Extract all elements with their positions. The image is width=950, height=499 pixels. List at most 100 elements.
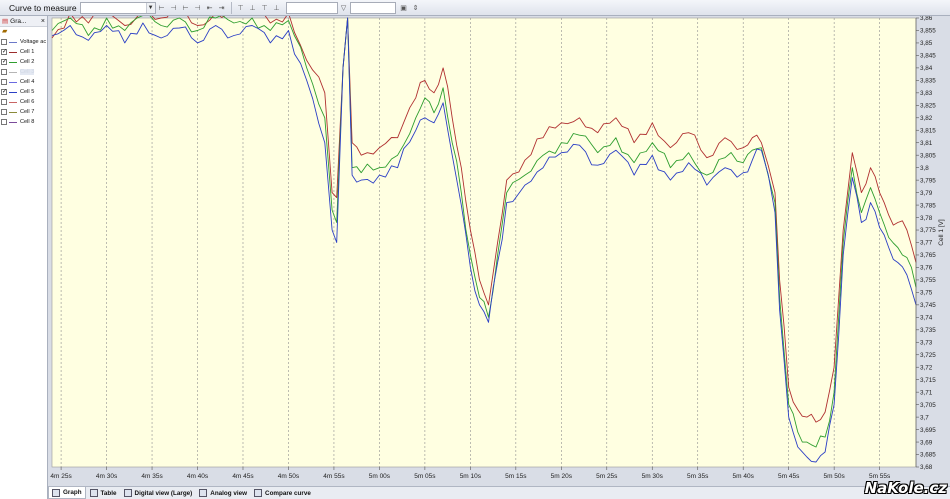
channel-label: Cell 5 (20, 89, 35, 95)
channel-checkbox[interactable]: ✓ (1, 49, 7, 55)
channel-checkbox[interactable] (1, 119, 7, 125)
measure-tool-4-icon[interactable]: ⊣ (193, 2, 203, 13)
channel-checkbox[interactable] (1, 69, 7, 75)
channel-item[interactable]: Cell 4 (0, 77, 47, 87)
y-tick-label: 3,785 (920, 202, 936, 209)
tab-digital-view-large[interactable]: Digital view (Large) (121, 487, 196, 499)
x-tick-label: 4m 25s (50, 473, 72, 480)
y-tick-label: 3,735 (920, 327, 936, 334)
x-tick-label: 4m 45s (232, 473, 254, 480)
channel-item[interactable]: Cell 7 (0, 107, 47, 117)
y-tick-label: 3,83 (920, 90, 933, 97)
y-tick-label: 3,79 (920, 190, 933, 197)
close-icon[interactable]: × (41, 18, 45, 25)
y-tick-label: 3,825 (920, 103, 936, 110)
channel-item[interactable]: Cell 6 (0, 97, 47, 107)
channel-checkbox[interactable]: ✓ (1, 59, 7, 65)
y-tick-label: 3,705 (920, 402, 936, 409)
y-tick-label: 3,745 (920, 302, 936, 309)
x-tick-label: 5m 00s (369, 473, 391, 480)
plot-area (51, 17, 917, 468)
channel-color-swatch (9, 41, 17, 43)
y-tick-label: 3,73 (920, 339, 933, 346)
measure-tool-6-icon[interactable]: ⇥ (217, 2, 227, 13)
y-tick-label: 3,765 (920, 252, 936, 259)
channel-item[interactable]: ✓ Cell 1 (0, 47, 47, 57)
channel-checkbox[interactable] (1, 109, 7, 115)
x-tick-label: 5m 10s (460, 473, 482, 480)
folder-icon[interactable]: ▰ (0, 27, 47, 37)
channel-color-swatch (9, 111, 17, 113)
curve-to-measure-label: Curve to measure (9, 2, 77, 13)
measure-tool-5-icon[interactable]: ⇤ (205, 2, 215, 13)
x-tick-label: 4m 55s (323, 473, 345, 480)
tab-compare-curve[interactable]: Compare curve (251, 487, 314, 499)
y-tick-label: 3,68 (920, 464, 933, 471)
y-tick-label: 3,685 (920, 452, 936, 459)
analog-view-icon (199, 489, 208, 497)
measure-value-field-1[interactable] (285, 1, 338, 14)
y-tick-label: 3,84 (920, 65, 933, 72)
cell-voltage-chart[interactable]: 4m 25s 4m 30s 4m 35s 4m 40s 4m 45s 4m 50s 4m 5… (48, 16, 950, 486)
channel-color-swatch (9, 91, 17, 93)
channel-panel-title: Gra... (10, 17, 27, 25)
measure-tool-10-icon[interactable]: ⊥ (272, 2, 282, 13)
x-tick-label: 5m 25s (596, 473, 618, 480)
channel-item[interactable]: Voltage ac (0, 37, 47, 47)
x-tick-label: 4m 40s (187, 473, 209, 480)
measure-value-field-2[interactable] (349, 1, 396, 14)
view-tabs: Graph Table Digital view (Large) Analog vie… (48, 486, 950, 499)
x-tick-label: 5m 45s (778, 473, 800, 480)
x-tick-label: 5m 35s (687, 473, 709, 480)
toolbar-divider (230, 1, 232, 14)
measure-tool-9-icon[interactable]: ⊤ (260, 2, 270, 13)
channel-item[interactable]: Cell 3 (0, 67, 47, 77)
channel-item[interactable]: ✓ Cell 5 (0, 87, 47, 97)
channel-label: Cell 7 (20, 109, 35, 115)
channel-label: Voltage ac (20, 39, 47, 45)
tab-table[interactable]: Table (87, 487, 120, 499)
channel-label: Cell 2 (20, 59, 35, 65)
measure-toolbar: Curve to measure ▼ ⊢ ⊣ ⊢ ⊣ ⇤ ⇥ ⊤ ⊥ ⊤ ⊥ ▽… (0, 0, 950, 16)
channel-label: Cell 3 (20, 69, 35, 75)
channel-checkbox[interactable] (1, 39, 7, 45)
y-axis-label: Cell 1 [V] (938, 219, 945, 246)
tab-analog-view[interactable]: Analog view (196, 487, 250, 499)
channel-checkbox[interactable] (1, 99, 7, 105)
y-tick-label: 3,845 (920, 53, 936, 60)
y-tick-label: 3,76 (920, 265, 933, 272)
table-icon (89, 489, 98, 497)
tab-label: Digital view (Large) (134, 489, 193, 497)
measure-tool-3-icon[interactable]: ⊢ (181, 2, 191, 13)
measure-tool-7-icon[interactable]: ⊤ (236, 2, 246, 13)
channel-panel: ▤ Gra... × ▰ Voltage ac ✓ Cell 1 ✓ Cell 2 Cel… (0, 16, 48, 499)
y-tick-label: 3,85 (920, 40, 933, 47)
y-tick-label: 3,855 (920, 28, 936, 35)
y-tick-label: 3,71 (920, 389, 933, 396)
y-tick-label: 3,81 (920, 140, 933, 147)
measure-tool-2-icon[interactable]: ⊣ (169, 2, 179, 13)
y-tick-label: 3,695 (920, 427, 936, 434)
paint-icon[interactable]: ▣ (399, 2, 409, 13)
y-tick-label: 3,7 (920, 414, 929, 421)
channel-checkbox[interactable] (1, 79, 7, 85)
filter-icon[interactable]: ▽ (339, 2, 349, 13)
x-tick-label: 4m 50s (278, 473, 300, 480)
channel-checkbox[interactable]: ✓ (1, 89, 7, 95)
channel-item[interactable]: Cell 8 (0, 117, 47, 127)
tab-label: Compare curve (265, 489, 311, 497)
tab-graph[interactable]: Graph (48, 487, 86, 499)
measure-tool-1-icon[interactable]: ⊢ (157, 2, 167, 13)
y-tick-label: 3,8 (920, 165, 929, 172)
watermark: NaKole.cz (864, 479, 947, 497)
scroll-icon[interactable]: ⇕ (411, 2, 421, 13)
y-tick-label: 3,725 (920, 352, 936, 359)
y-tick-label: 3,72 (920, 364, 933, 371)
y-tick-label: 3,775 (920, 227, 936, 234)
curve-to-measure-dropdown[interactable]: ▼ (79, 1, 156, 14)
channel-color-swatch (9, 71, 17, 73)
chevron-down-icon: ▼ (145, 2, 155, 13)
channel-item[interactable]: ✓ Cell 2 (0, 57, 47, 67)
measure-tool-8-icon[interactable]: ⊥ (248, 2, 258, 13)
y-tick-label: 3,815 (920, 127, 936, 134)
